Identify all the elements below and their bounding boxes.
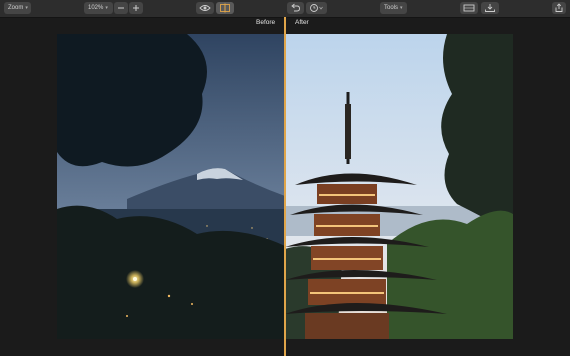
zoom-level-value: 102% bbox=[88, 5, 104, 11]
zoom-in-button[interactable] bbox=[129, 2, 143, 14]
compare-divider-handle[interactable] bbox=[284, 17, 286, 356]
before-label: Before bbox=[256, 19, 276, 26]
split-compare-button[interactable] bbox=[216, 2, 234, 14]
share-icon bbox=[555, 3, 563, 12]
chevron-down-icon: ▾ bbox=[400, 5, 403, 11]
zoom-menu-button[interactable]: Zoom ▾ bbox=[4, 2, 31, 14]
clock-icon bbox=[310, 4, 323, 12]
chevron-down-icon: ▾ bbox=[25, 5, 28, 11]
eye-icon bbox=[199, 5, 211, 11]
export-icon bbox=[485, 4, 495, 12]
chevron-down-icon: ▾ bbox=[105, 5, 108, 11]
share-button[interactable] bbox=[552, 2, 566, 14]
zoom-level-select[interactable]: 102% ▾ bbox=[84, 2, 113, 14]
undo-button[interactable] bbox=[287, 2, 304, 14]
view-original-button[interactable] bbox=[196, 2, 214, 14]
undo-icon bbox=[291, 3, 300, 12]
aspect-ratio-icon bbox=[463, 4, 475, 12]
tools-menu-label: Tools bbox=[384, 5, 399, 11]
lamp bbox=[133, 277, 137, 281]
export-button[interactable] bbox=[481, 2, 499, 14]
split-view-icon bbox=[220, 3, 230, 13]
zoom-menu-label: Zoom bbox=[8, 5, 24, 11]
plus-icon bbox=[133, 5, 139, 11]
minus-icon bbox=[118, 7, 124, 9]
history-button[interactable] bbox=[306, 2, 327, 14]
top-toolbar: Zoom ▾ 102% ▾ Tools ▾ bbox=[0, 0, 570, 18]
tools-menu-button[interactable]: Tools ▾ bbox=[380, 2, 407, 14]
after-label: After bbox=[295, 19, 309, 26]
zoom-out-button[interactable] bbox=[114, 2, 128, 14]
aspect-ratio-button[interactable] bbox=[460, 2, 478, 14]
